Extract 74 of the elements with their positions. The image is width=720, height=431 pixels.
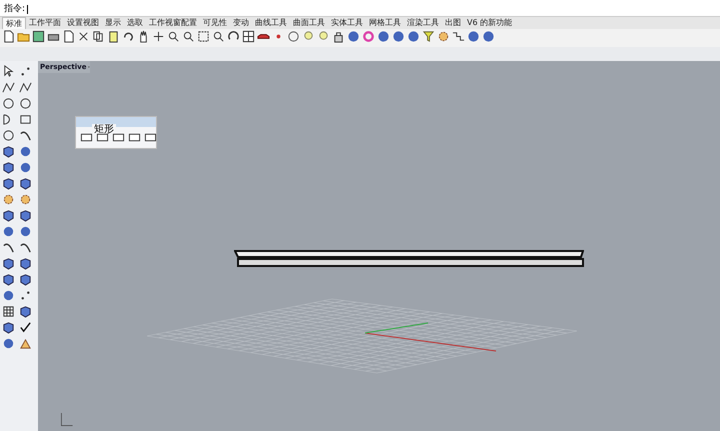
steps-icon[interactable] [452,30,465,43]
toolbar-tab[interactable]: 选取 [124,17,146,29]
box-icon[interactable] [2,161,15,174]
axis-icon [60,413,74,427]
panel-title: 矩形 [92,124,116,135]
polyline-icon[interactable] [19,81,32,94]
circle-icon[interactable] [19,97,32,110]
box-icon[interactable] [19,305,32,318]
toolbar-tab[interactable]: 显示 [102,17,124,29]
sphere-icon[interactable] [377,30,390,43]
box-icon[interactable] [2,321,15,334]
toolbar-tab[interactable]: 渲染工具 [404,17,442,29]
clipboard-icon[interactable] [107,30,120,43]
frame-icon[interactable] [197,30,210,43]
circle-icon[interactable] [2,97,15,110]
sphere-icon[interactable] [347,30,360,43]
toolbar-tab[interactable]: V6 的新功能 [464,17,516,29]
toolbar-tab[interactable]: 标准 [2,17,26,29]
magnifier-icon[interactable] [212,30,225,43]
polyline-icon[interactable] [2,81,15,94]
check-icon[interactable] [19,321,32,334]
toolbar-tab[interactable]: 实体工具 [328,17,366,29]
sphere-icon[interactable] [467,30,480,43]
magnifier-icon[interactable] [182,30,195,43]
grid-icon[interactable] [242,30,255,43]
rectangle-icon[interactable] [80,131,93,144]
text-cursor [27,5,28,14]
copy-icon[interactable] [92,30,105,43]
sphere-icon[interactable] [2,225,15,238]
box-icon[interactable] [2,273,15,286]
toolbar-tab[interactable]: 工作视窗配置 [146,17,200,29]
box-icon[interactable] [2,257,15,270]
rectangle-icon[interactable] [128,131,141,144]
rectangle-icon[interactable] [112,131,125,144]
toolbar-tab[interactable]: 曲面工具 [290,17,328,29]
rectangle-icon[interactable] [19,113,32,126]
lock-icon[interactable] [332,30,345,43]
toolbar-tab[interactable]: 变动 [230,17,252,29]
command-prompt: 指令: [4,4,26,14]
sphere-icon[interactable] [392,30,405,43]
sphere-icon[interactable] [407,30,420,43]
dots-icon[interactable] [19,289,32,302]
toolbar-tab[interactable]: 网格工具 [366,17,404,29]
sphere-icon[interactable] [2,337,15,350]
toolbar-tab[interactable]: 可见性 [200,17,230,29]
toolbar-tab[interactable]: 出图 [442,17,464,29]
toolbar-tab[interactable]: 设置视图 [64,17,102,29]
grid-icon[interactable] [2,305,15,318]
curve-icon[interactable] [2,241,15,254]
box-icon[interactable] [19,257,32,270]
rectangle-icon[interactable] [144,131,157,144]
box-icon[interactable] [19,273,32,286]
box-icon[interactable] [2,145,15,158]
box-icon[interactable] [19,177,32,190]
sphere-icon[interactable] [2,289,15,302]
circle-icon[interactable] [287,30,300,43]
sphere-icon[interactable] [19,225,32,238]
plus-icon[interactable] [152,30,165,43]
box-icon[interactable] [2,177,15,190]
sphere-icon[interactable] [482,30,495,43]
circle-icon[interactable] [2,129,15,142]
curve-icon[interactable] [19,241,32,254]
curve-icon[interactable] [19,129,32,142]
toolbar-tab[interactable]: 工作平面 [26,17,64,29]
sphere-icon[interactable] [19,161,32,174]
box-icon[interactable] [2,209,15,222]
cross-icon[interactable] [77,30,90,43]
sphere-icon[interactable] [19,145,32,158]
toolbar-tab[interactable]: 曲线工具 [252,17,290,29]
color-ring-icon[interactable] [362,30,375,43]
magnifier-icon[interactable] [167,30,180,43]
pointer-icon[interactable] [2,65,15,78]
dots-icon[interactable] [19,65,32,78]
box-icon[interactable] [19,209,32,222]
